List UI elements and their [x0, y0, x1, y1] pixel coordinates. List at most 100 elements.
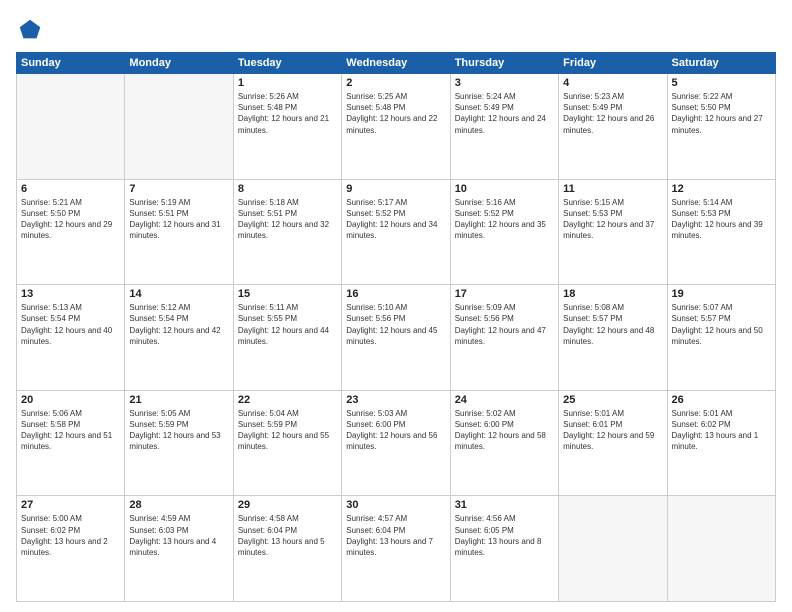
day-number: 29	[238, 499, 337, 511]
cell-info: Sunrise: 4:56 AMSunset: 6:05 PMDaylight:…	[455, 513, 554, 558]
day-number: 14	[129, 288, 228, 300]
day-number: 20	[21, 394, 120, 406]
weekday-header: Thursday	[450, 53, 558, 74]
weekday-header: Monday	[125, 53, 233, 74]
day-number: 28	[129, 499, 228, 511]
cell-info: Sunrise: 4:59 AMSunset: 6:03 PMDaylight:…	[129, 513, 228, 558]
cell-info: Sunrise: 5:24 AMSunset: 5:49 PMDaylight:…	[455, 91, 554, 136]
day-number: 5	[672, 77, 771, 89]
calendar-cell: 31 Sunrise: 4:56 AMSunset: 6:05 PMDayligh…	[450, 496, 558, 602]
day-number: 2	[346, 77, 445, 89]
day-number: 30	[346, 499, 445, 511]
calendar-cell: 26Sunrise: 5:01 AMSunset: 6:02 PMDayligh…	[667, 390, 775, 496]
cell-info: Sunrise: 5:02 AMSunset: 6:00 PMDaylight:…	[455, 408, 554, 453]
calendar-cell: 9 Sunrise: 5:17 AMSunset: 5:52 PMDaylight…	[342, 179, 450, 285]
calendar-cell: 8 Sunrise: 5:18 AMSunset: 5:51 PMDaylight…	[233, 179, 341, 285]
cell-info: Sunrise: 5:18 AMSunset: 5:51 PMDaylight:…	[238, 197, 337, 242]
day-number: 3	[455, 77, 554, 89]
calendar-header: SundayMondayTuesdayWednesdayThursdayFrid…	[17, 53, 776, 74]
calendar-cell: 30Sunrise: 4:57 AMSunset: 6:04 PMDayligh…	[342, 496, 450, 602]
day-number: 9	[346, 183, 445, 195]
calendar-cell	[17, 74, 125, 180]
day-number: 7	[129, 183, 228, 195]
header-row: SundayMondayTuesdayWednesdayThursdayFrid…	[17, 53, 776, 74]
calendar-cell: 13 Sunrise: 5:13 AMSunset: 5:54 PMDayligh…	[17, 285, 125, 391]
page: SundayMondayTuesdayWednesdayThursdayFrid…	[0, 0, 792, 612]
weekday-header: Wednesday	[342, 53, 450, 74]
cell-info: Sunrise: 5:16 AMSunset: 5:52 PMDaylight:…	[455, 197, 554, 242]
calendar-cell	[667, 496, 775, 602]
calendar-week-row: 13 Sunrise: 5:13 AMSunset: 5:54 PMDayligh…	[17, 285, 776, 391]
cell-info: Sunrise: 5:25 AMSunset: 5:48 PMDaylight:…	[346, 91, 445, 136]
cell-info: Sunrise: 5:17 AMSunset: 5:52 PMDaylight:…	[346, 197, 445, 242]
day-number: 23	[346, 394, 445, 406]
calendar-week-row: 20 Sunrise: 5:06 AMSunset: 5:58 PMDayligh…	[17, 390, 776, 496]
day-number: 27	[21, 499, 120, 511]
cell-info: Sunrise: 5:04 AMSunset: 5:59 PMDaylight:…	[238, 408, 337, 453]
day-number: 8	[238, 183, 337, 195]
weekday-header: Sunday	[17, 53, 125, 74]
cell-info: Sunrise: 5:14 AMSunset: 5:53 PMDaylight:…	[672, 197, 771, 242]
cell-info: Sunrise: 4:58 AMSunset: 6:04 PMDaylight:…	[238, 513, 337, 558]
calendar-cell: 28 Sunrise: 4:59 AMSunset: 6:03 PMDayligh…	[125, 496, 233, 602]
calendar-cell	[125, 74, 233, 180]
calendar-cell: 25 Sunrise: 5:01 AMSunset: 6:01 PMDayligh…	[559, 390, 667, 496]
calendar-cell	[559, 496, 667, 602]
calendar-cell: 20 Sunrise: 5:06 AMSunset: 5:58 PMDayligh…	[17, 390, 125, 496]
day-number: 18	[563, 288, 662, 300]
logo	[16, 16, 48, 44]
weekday-header: Tuesday	[233, 53, 341, 74]
calendar-cell: 24 Sunrise: 5:02 AMSunset: 6:00 PMDayligh…	[450, 390, 558, 496]
day-number: 12	[672, 183, 771, 195]
calendar-cell: 2 Sunrise: 5:25 AMSunset: 5:48 PMDaylight…	[342, 74, 450, 180]
calendar-cell: 23 Sunrise: 5:03 AMSunset: 6:00 PMDayligh…	[342, 390, 450, 496]
cell-info: Sunrise: 5:01 AMSunset: 6:02 PMDaylight:…	[672, 408, 771, 453]
calendar-cell: 19 Sunrise: 5:07 AMSunset: 5:57 PMDayligh…	[667, 285, 775, 391]
cell-info: Sunrise: 5:21 AMSunset: 5:50 PMDaylight:…	[21, 197, 120, 242]
calendar-week-row: 6Sunrise: 5:21 AMSunset: 5:50 PMDaylight…	[17, 179, 776, 285]
day-number: 15	[238, 288, 337, 300]
cell-info: Sunrise: 5:08 AMSunset: 5:57 PMDaylight:…	[563, 302, 662, 347]
calendar-cell: 5 Sunrise: 5:22 AMSunset: 5:50 PMDaylight…	[667, 74, 775, 180]
weekday-header: Friday	[559, 53, 667, 74]
day-number: 22	[238, 394, 337, 406]
cell-info: Sunrise: 5:10 AMSunset: 5:56 PMDaylight:…	[346, 302, 445, 347]
calendar-cell: 16 Sunrise: 5:10 AMSunset: 5:56 PMDayligh…	[342, 285, 450, 391]
day-number: 11	[563, 183, 662, 195]
cell-info: Sunrise: 5:01 AMSunset: 6:01 PMDaylight:…	[563, 408, 662, 453]
cell-info: Sunrise: 5:22 AMSunset: 5:50 PMDaylight:…	[672, 91, 771, 136]
day-number: 31	[455, 499, 554, 511]
calendar-cell: 14 Sunrise: 5:12 AMSunset: 5:54 PMDayligh…	[125, 285, 233, 391]
cell-info: Sunrise: 5:19 AMSunset: 5:51 PMDaylight:…	[129, 197, 228, 242]
cell-info: Sunrise: 5:12 AMSunset: 5:54 PMDaylight:…	[129, 302, 228, 347]
day-number: 24	[455, 394, 554, 406]
day-number: 17	[455, 288, 554, 300]
day-number: 16	[346, 288, 445, 300]
calendar-cell: 22 Sunrise: 5:04 AMSunset: 5:59 PMDayligh…	[233, 390, 341, 496]
calendar-cell: 10Sunrise: 5:16 AMSunset: 5:52 PMDayligh…	[450, 179, 558, 285]
weekday-header: Saturday	[667, 53, 775, 74]
cell-info: Sunrise: 5:07 AMSunset: 5:57 PMDaylight:…	[672, 302, 771, 347]
calendar-table: SundayMondayTuesdayWednesdayThursdayFrid…	[16, 52, 776, 602]
cell-info: Sunrise: 5:15 AMSunset: 5:53 PMDaylight:…	[563, 197, 662, 242]
calendar-cell: 7 Sunrise: 5:19 AMSunset: 5:51 PMDaylight…	[125, 179, 233, 285]
calendar-cell: 3 Sunrise: 5:24 AMSunset: 5:49 PMDaylight…	[450, 74, 558, 180]
day-number: 25	[563, 394, 662, 406]
cell-info: Sunrise: 5:26 AMSunset: 5:48 PMDaylight:…	[238, 91, 337, 136]
cell-info: Sunrise: 5:23 AMSunset: 5:49 PMDaylight:…	[563, 91, 662, 136]
day-number: 4	[563, 77, 662, 89]
cell-info: Sunrise: 5:13 AMSunset: 5:54 PMDaylight:…	[21, 302, 120, 347]
calendar-cell: 12 Sunrise: 5:14 AMSunset: 5:53 PMDayligh…	[667, 179, 775, 285]
calendar-cell: 29 Sunrise: 4:58 AMSunset: 6:04 PMDayligh…	[233, 496, 341, 602]
cell-info: Sunrise: 5:09 AMSunset: 5:56 PMDaylight:…	[455, 302, 554, 347]
calendar-cell: 21 Sunrise: 5:05 AMSunset: 5:59 PMDayligh…	[125, 390, 233, 496]
calendar-cell: 27Sunrise: 5:00 AMSunset: 6:02 PMDayligh…	[17, 496, 125, 602]
cell-info: Sunrise: 5:03 AMSunset: 6:00 PMDaylight:…	[346, 408, 445, 453]
day-number: 21	[129, 394, 228, 406]
calendar-week-row: 1Sunrise: 5:26 AMSunset: 5:48 PMDaylight…	[17, 74, 776, 180]
cell-info: Sunrise: 5:06 AMSunset: 5:58 PMDaylight:…	[21, 408, 120, 453]
day-number: 19	[672, 288, 771, 300]
calendar-cell: 17 Sunrise: 5:09 AMSunset: 5:56 PMDayligh…	[450, 285, 558, 391]
day-number: 13	[21, 288, 120, 300]
cell-info: Sunrise: 5:05 AMSunset: 5:59 PMDaylight:…	[129, 408, 228, 453]
